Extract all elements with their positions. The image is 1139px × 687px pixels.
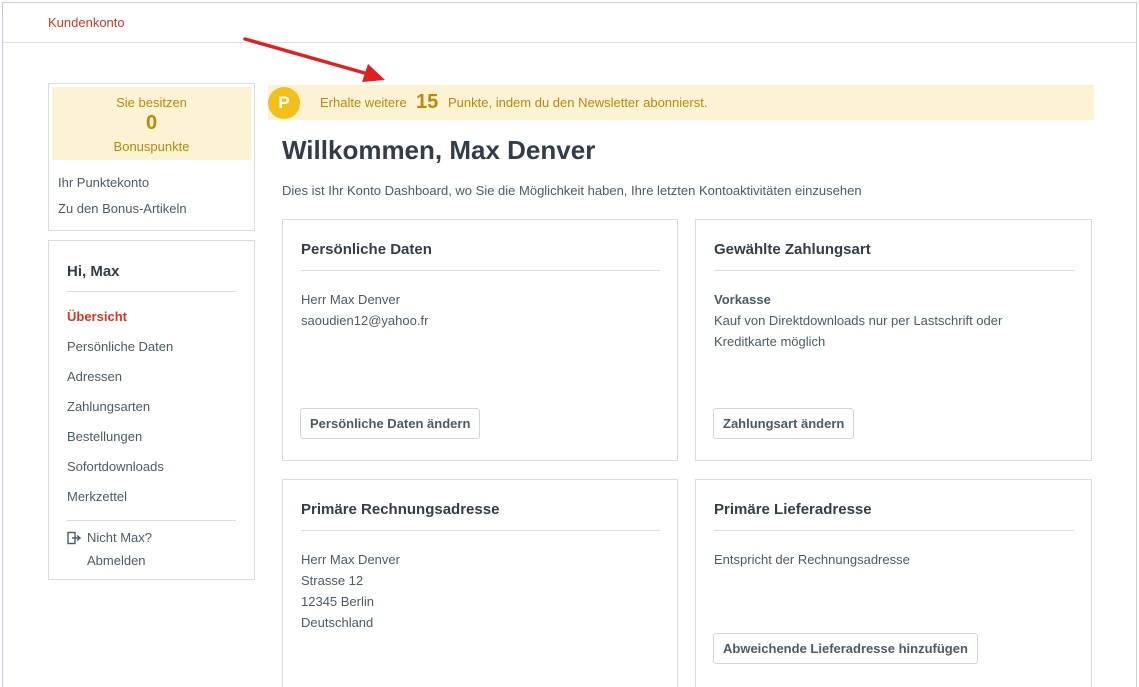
newsletter-banner[interactable]: P Erhalte weitere 15 Punkte, indem du de…	[268, 85, 1094, 120]
page-title: Willkommen, Max Denver	[282, 135, 596, 165]
not-user-link[interactable]: Nicht Max?	[87, 530, 152, 545]
points-account-link[interactable]: Ihr Punktekonto	[58, 175, 149, 190]
annotation-arrow-icon	[243, 37, 385, 82]
bonus-summary: Sie besitzen 0 Bonuspunkte	[52, 87, 251, 160]
points-badge-icon: P	[268, 87, 300, 119]
banner-points: 15	[416, 91, 439, 113]
nav-item-addresses[interactable]: Adressen	[67, 369, 122, 384]
nav-item-personal-data[interactable]: Persönliche Daten	[67, 339, 173, 354]
nav-item-orders[interactable]: Bestellungen	[67, 429, 142, 444]
customer-name: Herr Max Denver	[301, 292, 400, 307]
bonus-label: Sie besitzen	[116, 95, 187, 110]
page-description: Dies ist Ihr Konto Dashboard, wo Sie die…	[282, 183, 862, 198]
nav-greeting: Hi, Max	[67, 263, 120, 280]
breadcrumb[interactable]: Kundenkonto	[48, 15, 125, 30]
edit-personal-data-button[interactable]: Persönliche Daten ändern	[300, 408, 481, 439]
banner-prefix: Erhalte weitere	[320, 95, 407, 110]
bonus-unit: Bonuspunkte	[113, 139, 190, 154]
card-divider	[714, 270, 1074, 271]
logout-icon[interactable]	[67, 531, 81, 545]
nav-item-overview[interactable]: Übersicht	[67, 309, 127, 324]
card-title: Gewählte Zahlungsart	[714, 241, 871, 258]
card-divider	[714, 530, 1074, 531]
nav-divider	[67, 520, 236, 521]
nav-divider	[67, 291, 236, 292]
change-payment-button[interactable]: Zahlungsart ändern	[713, 408, 855, 439]
nav-item-payment-methods[interactable]: Zahlungsarten	[67, 399, 150, 414]
payment-method-note: Kauf von Direktdownloads nur per Lastsch…	[714, 313, 1003, 328]
address-line: 12345 Berlin	[301, 594, 374, 609]
card-title: Primäre Rechnungsadresse	[301, 501, 500, 518]
add-shipping-address-button[interactable]: Abweichende Lieferadresse hinzufügen	[713, 633, 978, 664]
card-title: Primäre Lieferadresse	[714, 501, 872, 518]
top-bar: Kundenkonto	[3, 3, 1136, 43]
payment-method-note: Kreditkarte möglich	[714, 334, 826, 349]
bonus-articles-link[interactable]: Zu den Bonus-Artikeln	[58, 201, 187, 216]
card-divider	[301, 270, 660, 271]
shipping-note: Entspricht der Rechnungsadresse	[714, 552, 910, 567]
customer-email: saoudien12@yahoo.fr	[301, 313, 429, 328]
card-divider	[301, 530, 660, 531]
bonus-panel: Sie besitzen 0 Bonuspunkte Ihr Punktekon…	[48, 83, 255, 231]
personal-data-card: Persönliche Daten Herr Max Denver saoudi…	[282, 219, 678, 461]
payment-method-card: Gewählte Zahlungsart Vorkasse Kauf von D…	[695, 219, 1092, 461]
address-line: Strasse 12	[301, 573, 364, 588]
account-nav: Hi, Max Übersicht Persönliche Daten Adre…	[48, 240, 255, 580]
bonus-points: 0	[145, 112, 158, 134]
nav-item-instant-downloads[interactable]: Sofortdownloads	[67, 459, 164, 474]
billing-address-card: Primäre Rechnungsadresse Herr Max Denver…	[282, 479, 678, 687]
banner-suffix: Punkte, indem du den Newsletter abonnier…	[448, 95, 708, 110]
logout-link[interactable]: Abmelden	[87, 553, 146, 568]
shipping-address-card: Primäre Lieferadresse Entspricht der Rec…	[695, 479, 1092, 687]
address-line: Herr Max Denver	[301, 552, 400, 567]
payment-method-name: Vorkasse	[714, 292, 771, 307]
address-line: Deutschland	[301, 615, 374, 630]
nav-item-wishlist[interactable]: Merkzettel	[67, 489, 127, 504]
card-title: Persönliche Daten	[301, 241, 432, 258]
